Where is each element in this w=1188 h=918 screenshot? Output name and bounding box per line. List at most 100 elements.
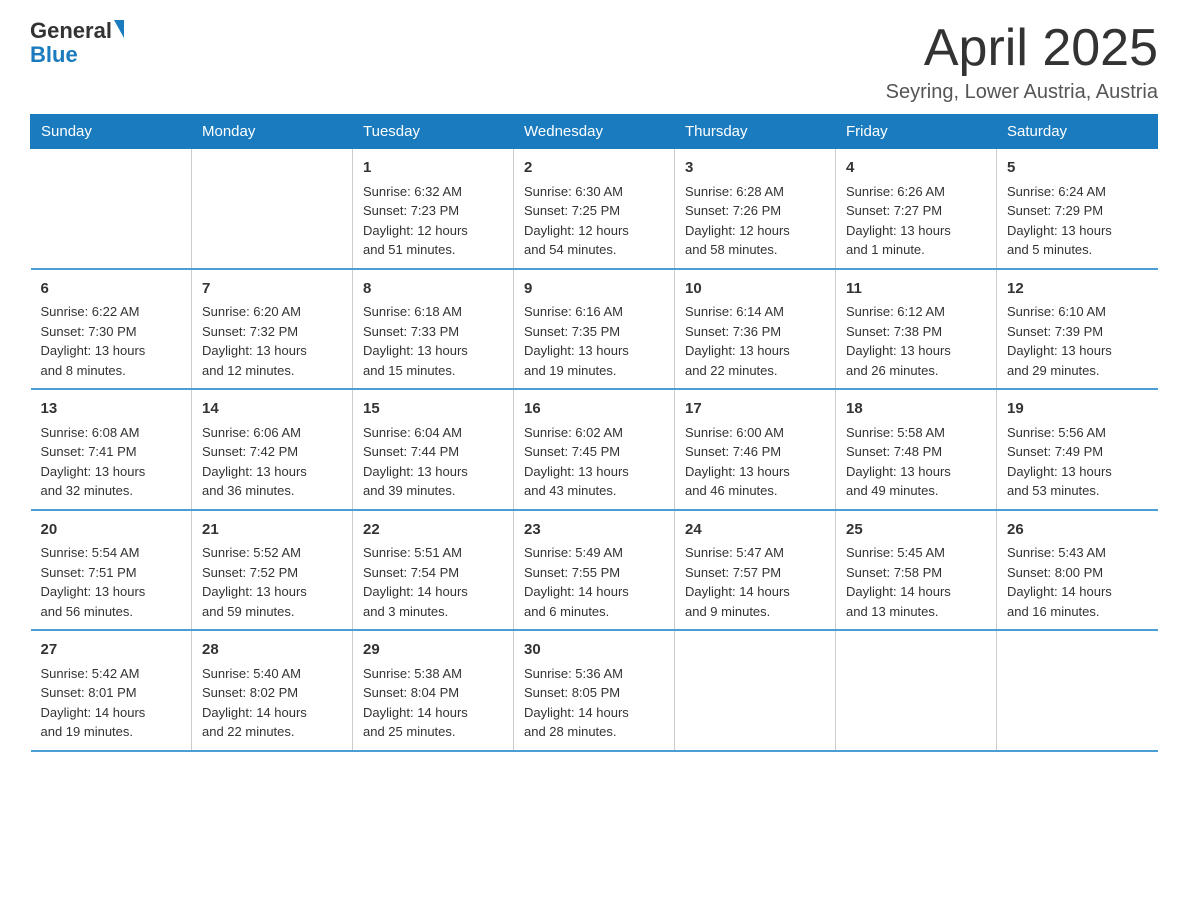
- calendar-cell: 17Sunrise: 6:00 AM Sunset: 7:46 PM Dayli…: [675, 389, 836, 510]
- header-day-tuesday: Tuesday: [353, 115, 514, 149]
- calendar-cell: 23Sunrise: 5:49 AM Sunset: 7:55 PM Dayli…: [514, 510, 675, 631]
- day-info: Sunrise: 6:16 AM Sunset: 7:35 PM Dayligh…: [524, 302, 664, 380]
- month-title: April 2025: [886, 20, 1158, 77]
- day-info: Sunrise: 5:45 AM Sunset: 7:58 PM Dayligh…: [846, 543, 986, 621]
- calendar-cell: [836, 630, 997, 751]
- logo-triangle-icon: [114, 20, 124, 38]
- day-number: 22: [363, 519, 503, 542]
- calendar-cell: 29Sunrise: 5:38 AM Sunset: 8:04 PM Dayli…: [353, 630, 514, 751]
- day-number: 5: [1007, 157, 1148, 180]
- calendar-cell: 20Sunrise: 5:54 AM Sunset: 7:51 PM Dayli…: [31, 510, 192, 631]
- day-info: Sunrise: 5:54 AM Sunset: 7:51 PM Dayligh…: [41, 543, 182, 621]
- day-info: Sunrise: 6:08 AM Sunset: 7:41 PM Dayligh…: [41, 423, 182, 501]
- day-number: 7: [202, 278, 342, 301]
- header-day-saturday: Saturday: [997, 115, 1158, 149]
- day-info: Sunrise: 5:51 AM Sunset: 7:54 PM Dayligh…: [363, 543, 503, 621]
- day-info: Sunrise: 5:49 AM Sunset: 7:55 PM Dayligh…: [524, 543, 664, 621]
- day-number: 13: [41, 398, 182, 421]
- day-info: Sunrise: 5:56 AM Sunset: 7:49 PM Dayligh…: [1007, 423, 1148, 501]
- day-number: 14: [202, 398, 342, 421]
- day-number: 18: [846, 398, 986, 421]
- day-info: Sunrise: 6:06 AM Sunset: 7:42 PM Dayligh…: [202, 423, 342, 501]
- calendar-cell: 24Sunrise: 5:47 AM Sunset: 7:57 PM Dayli…: [675, 510, 836, 631]
- day-info: Sunrise: 6:26 AM Sunset: 7:27 PM Dayligh…: [846, 182, 986, 260]
- day-number: 24: [685, 519, 825, 542]
- calendar-cell: 12Sunrise: 6:10 AM Sunset: 7:39 PM Dayli…: [997, 269, 1158, 390]
- day-number: 2: [524, 157, 664, 180]
- header-day-monday: Monday: [192, 115, 353, 149]
- day-number: 30: [524, 639, 664, 662]
- day-info: Sunrise: 6:32 AM Sunset: 7:23 PM Dayligh…: [363, 182, 503, 260]
- day-info: Sunrise: 5:36 AM Sunset: 8:05 PM Dayligh…: [524, 664, 664, 742]
- day-number: 12: [1007, 278, 1148, 301]
- header-day-wednesday: Wednesday: [514, 115, 675, 149]
- week-row-2: 6Sunrise: 6:22 AM Sunset: 7:30 PM Daylig…: [31, 269, 1158, 390]
- calendar-cell: 30Sunrise: 5:36 AM Sunset: 8:05 PM Dayli…: [514, 630, 675, 751]
- calendar-cell: 5Sunrise: 6:24 AM Sunset: 7:29 PM Daylig…: [997, 149, 1158, 269]
- day-info: Sunrise: 6:14 AM Sunset: 7:36 PM Dayligh…: [685, 302, 825, 380]
- day-number: 29: [363, 639, 503, 662]
- day-number: 19: [1007, 398, 1148, 421]
- calendar-cell: 25Sunrise: 5:45 AM Sunset: 7:58 PM Dayli…: [836, 510, 997, 631]
- calendar-cell: 2Sunrise: 6:30 AM Sunset: 7:25 PM Daylig…: [514, 149, 675, 269]
- calendar-cell: 1Sunrise: 6:32 AM Sunset: 7:23 PM Daylig…: [353, 149, 514, 269]
- day-number: 15: [363, 398, 503, 421]
- page-header: General Blue April 2025 Seyring, Lower A…: [30, 20, 1158, 104]
- calendar-cell: [675, 630, 836, 751]
- day-info: Sunrise: 5:58 AM Sunset: 7:48 PM Dayligh…: [846, 423, 986, 501]
- day-info: Sunrise: 5:38 AM Sunset: 8:04 PM Dayligh…: [363, 664, 503, 742]
- calendar-cell: 6Sunrise: 6:22 AM Sunset: 7:30 PM Daylig…: [31, 269, 192, 390]
- day-info: Sunrise: 5:40 AM Sunset: 8:02 PM Dayligh…: [202, 664, 342, 742]
- calendar-cell: 21Sunrise: 5:52 AM Sunset: 7:52 PM Dayli…: [192, 510, 353, 631]
- day-number: 6: [41, 278, 182, 301]
- header-day-thursday: Thursday: [675, 115, 836, 149]
- calendar-cell: 13Sunrise: 6:08 AM Sunset: 7:41 PM Dayli…: [31, 389, 192, 510]
- day-number: 20: [41, 519, 182, 542]
- calendar-cell: 19Sunrise: 5:56 AM Sunset: 7:49 PM Dayli…: [997, 389, 1158, 510]
- day-info: Sunrise: 6:12 AM Sunset: 7:38 PM Dayligh…: [846, 302, 986, 380]
- day-number: 23: [524, 519, 664, 542]
- calendar-body: 1Sunrise: 6:32 AM Sunset: 7:23 PM Daylig…: [31, 149, 1158, 751]
- calendar-cell: 18Sunrise: 5:58 AM Sunset: 7:48 PM Dayli…: [836, 389, 997, 510]
- week-row-5: 27Sunrise: 5:42 AM Sunset: 8:01 PM Dayli…: [31, 630, 1158, 751]
- calendar-cell: 14Sunrise: 6:06 AM Sunset: 7:42 PM Dayli…: [192, 389, 353, 510]
- day-number: 16: [524, 398, 664, 421]
- calendar-cell: 16Sunrise: 6:02 AM Sunset: 7:45 PM Dayli…: [514, 389, 675, 510]
- day-info: Sunrise: 6:24 AM Sunset: 7:29 PM Dayligh…: [1007, 182, 1148, 260]
- calendar-cell: 3Sunrise: 6:28 AM Sunset: 7:26 PM Daylig…: [675, 149, 836, 269]
- day-info: Sunrise: 6:00 AM Sunset: 7:46 PM Dayligh…: [685, 423, 825, 501]
- calendar-cell: 9Sunrise: 6:16 AM Sunset: 7:35 PM Daylig…: [514, 269, 675, 390]
- calendar-cell: 4Sunrise: 6:26 AM Sunset: 7:27 PM Daylig…: [836, 149, 997, 269]
- calendar-header: SundayMondayTuesdayWednesdayThursdayFrid…: [31, 115, 1158, 149]
- day-info: Sunrise: 6:18 AM Sunset: 7:33 PM Dayligh…: [363, 302, 503, 380]
- day-number: 21: [202, 519, 342, 542]
- day-number: 9: [524, 278, 664, 301]
- calendar-cell: 28Sunrise: 5:40 AM Sunset: 8:02 PM Dayli…: [192, 630, 353, 751]
- week-row-4: 20Sunrise: 5:54 AM Sunset: 7:51 PM Dayli…: [31, 510, 1158, 631]
- day-number: 8: [363, 278, 503, 301]
- day-info: Sunrise: 6:02 AM Sunset: 7:45 PM Dayligh…: [524, 423, 664, 501]
- week-row-1: 1Sunrise: 6:32 AM Sunset: 7:23 PM Daylig…: [31, 149, 1158, 269]
- day-info: Sunrise: 5:52 AM Sunset: 7:52 PM Dayligh…: [202, 543, 342, 621]
- calendar-cell: [192, 149, 353, 269]
- day-info: Sunrise: 6:10 AM Sunset: 7:39 PM Dayligh…: [1007, 302, 1148, 380]
- day-info: Sunrise: 5:42 AM Sunset: 8:01 PM Dayligh…: [41, 664, 182, 742]
- day-number: 27: [41, 639, 182, 662]
- day-info: Sunrise: 6:30 AM Sunset: 7:25 PM Dayligh…: [524, 182, 664, 260]
- day-info: Sunrise: 5:47 AM Sunset: 7:57 PM Dayligh…: [685, 543, 825, 621]
- calendar-cell: [997, 630, 1158, 751]
- logo-blue-text: Blue: [30, 42, 78, 68]
- calendar-cell: 26Sunrise: 5:43 AM Sunset: 8:00 PM Dayli…: [997, 510, 1158, 631]
- day-number: 10: [685, 278, 825, 301]
- day-info: Sunrise: 6:22 AM Sunset: 7:30 PM Dayligh…: [41, 302, 182, 380]
- week-row-3: 13Sunrise: 6:08 AM Sunset: 7:41 PM Dayli…: [31, 389, 1158, 510]
- day-number: 17: [685, 398, 825, 421]
- logo-general-text: General: [30, 20, 112, 42]
- title-block: April 2025 Seyring, Lower Austria, Austr…: [886, 20, 1158, 104]
- day-info: Sunrise: 5:43 AM Sunset: 8:00 PM Dayligh…: [1007, 543, 1148, 621]
- day-number: 26: [1007, 519, 1148, 542]
- day-number: 11: [846, 278, 986, 301]
- calendar-cell: [31, 149, 192, 269]
- header-row: SundayMondayTuesdayWednesdayThursdayFrid…: [31, 115, 1158, 149]
- day-number: 25: [846, 519, 986, 542]
